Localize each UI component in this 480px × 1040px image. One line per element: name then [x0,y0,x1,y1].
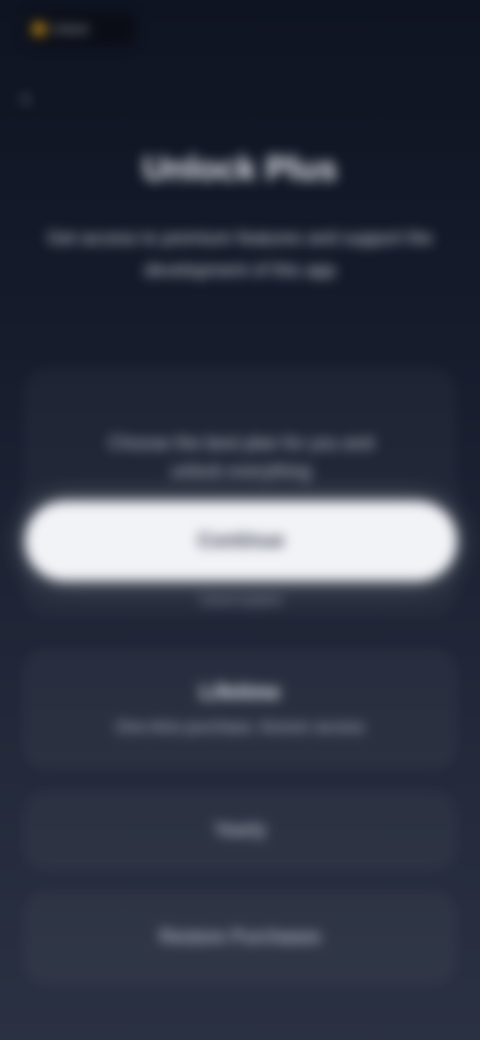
continue-button[interactable]: Continue [25,501,457,581]
page-title: Unlock Plus [142,150,338,188]
page-subtitle: Get access to premium features and suppo… [47,228,433,280]
status-badge: Unlock [24,12,136,46]
offer-note: Cancel anytime [199,593,283,607]
lifetime-plan-title: Lifetime [199,681,281,704]
offer-description: Choose the best plan for you and unlock … [108,433,374,481]
restore-purchases-button[interactable]: Restore Purchases [24,892,456,984]
screen-root: Unlock ‹ Unlock Plus Get access to premi… [0,0,480,1040]
offer-panel: Choose the best plan for you and unlock … [24,368,457,616]
yearly-plan-label: Yearly [213,820,267,841]
status-badge-label: Unlock [52,22,89,36]
back-button[interactable]: ‹ [22,85,42,110]
lifetime-plan-card[interactable]: Lifetime One-time purchase, forever acce… [24,650,456,768]
restore-purchases-label: Restore Purchases [159,927,321,948]
lifetime-plan-subtitle: One-time purchase, forever access [115,719,365,736]
status-dot [34,24,44,34]
chevron-left-icon: ‹ [22,85,30,110]
yearly-plan-card[interactable]: Yearly [24,792,456,870]
